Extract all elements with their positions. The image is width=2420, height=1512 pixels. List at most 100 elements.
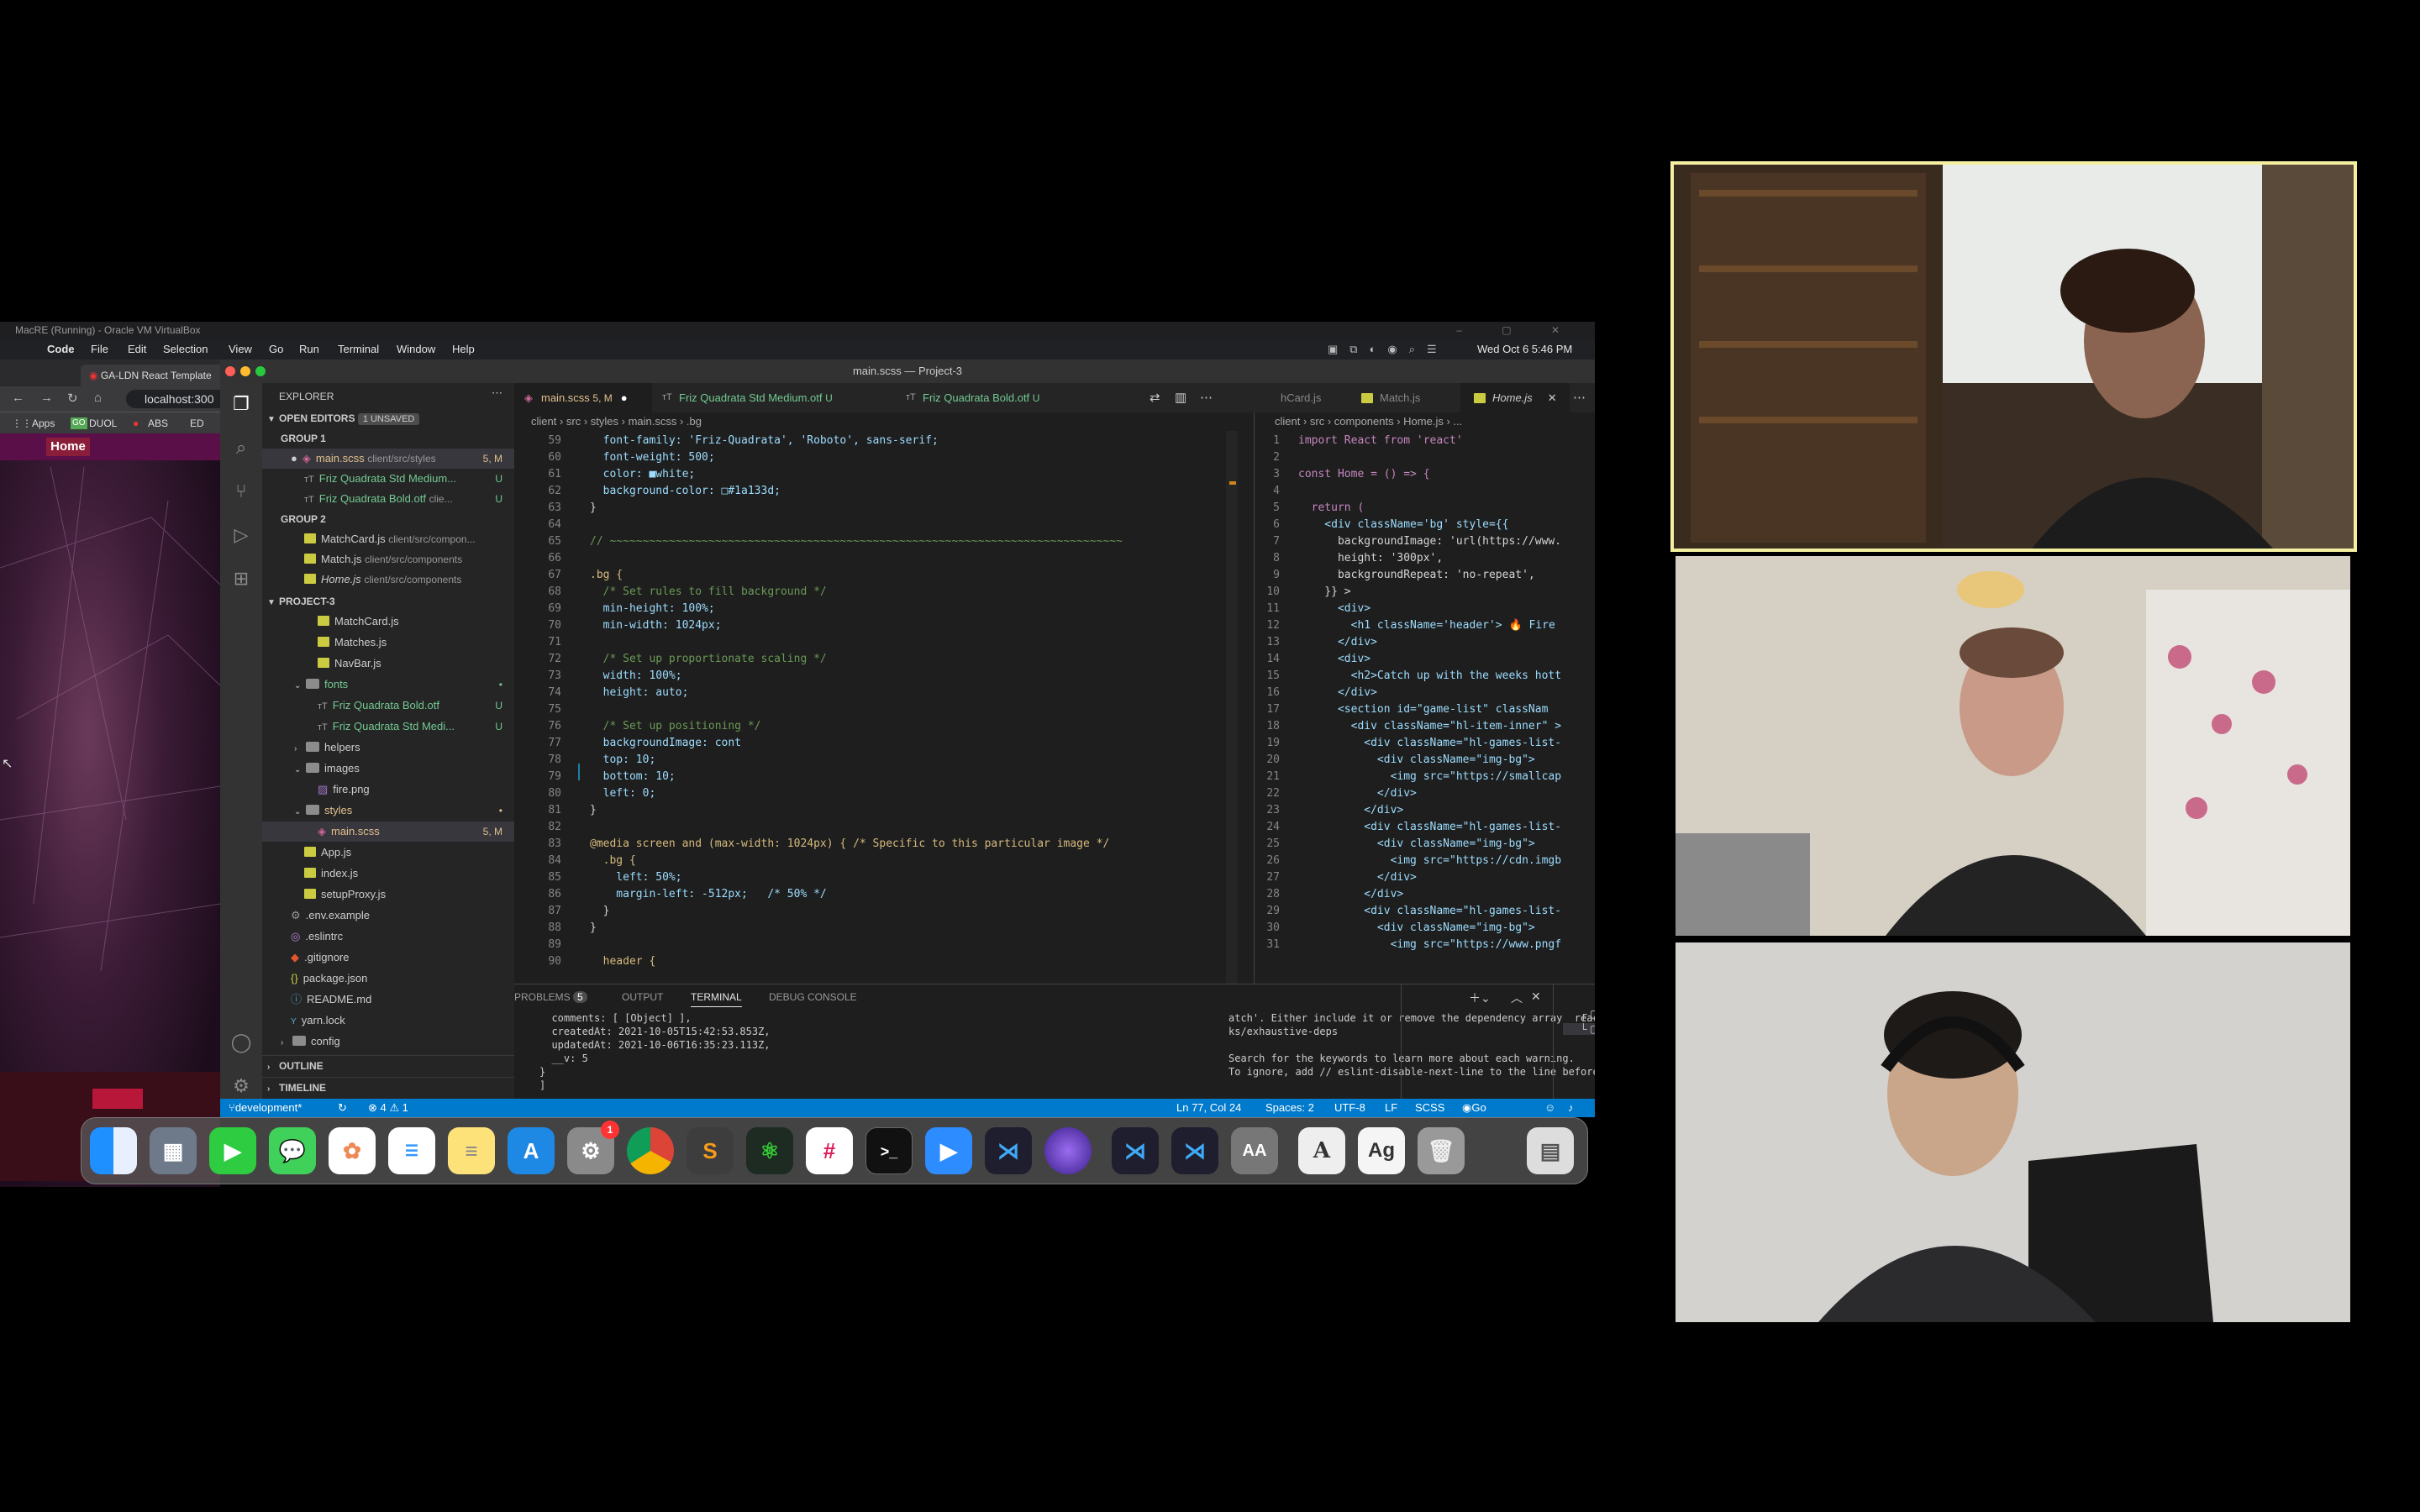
notes-icon[interactable]: ≡	[448, 1127, 495, 1174]
code-line[interactable]: }} >	[1298, 584, 1350, 601]
close-window-dot[interactable]	[225, 366, 235, 376]
editor2-code[interactable]: 1 import React from 'react' 2 3 const Home =…	[1254, 431, 1595, 984]
vscode-icon[interactable]: ⋊	[985, 1127, 1032, 1174]
unsaved-dot-icon[interactable]: ●	[621, 391, 628, 404]
branch-indicator[interactable]: ⑂ development*	[229, 1099, 302, 1117]
code-line[interactable]: // ~~~~~~~~~~~~~~~~~~~~~~~~~~~~~~~~~~~~~…	[590, 533, 1123, 550]
finder-icon[interactable]	[90, 1127, 137, 1174]
messages-icon[interactable]: 💬	[269, 1127, 316, 1174]
reminders-icon[interactable]: ☰	[388, 1127, 435, 1174]
settings-gear-icon[interactable]: ⚙	[230, 1075, 252, 1097]
code-line[interactable]: <div className="img-bg">	[1298, 752, 1535, 769]
menu-selection[interactable]: Selection	[163, 339, 208, 360]
tree-folder[interactable]: › helpers	[262, 738, 514, 758]
bookmark-abs[interactable]: ABS	[148, 412, 168, 434]
tab-home[interactable]: Home.js ✕	[1460, 383, 1570, 412]
code-line[interactable]: header {	[590, 953, 656, 970]
code-line[interactable]: <div>	[1298, 651, 1370, 668]
tab-terminal[interactable]: TERMINAL	[691, 991, 742, 1007]
timeline-section[interactable]: › TIMELINE	[262, 1077, 514, 1097]
open-editor-item[interactable]: Match.js client/src/components	[262, 549, 514, 570]
browser-tab[interactable]: ◉ GA-LDN React Template	[81, 365, 220, 386]
tree-item[interactable]: setupProxy.js	[262, 885, 514, 905]
open-editor-item[interactable]: ᴛT Friz Quadrata Bold.otf clie... U	[262, 489, 514, 509]
code-line[interactable]: </div>	[1298, 785, 1417, 802]
code-line[interactable]: color: ■white;	[590, 466, 696, 483]
tree-item[interactable]: ⓘ README.md	[262, 990, 514, 1010]
code-line[interactable]: background-color: □#1a133d;	[590, 483, 781, 500]
close-tab-icon[interactable]: ✕	[1548, 391, 1557, 404]
tree-item[interactable]: ▨ fire.png	[262, 780, 514, 800]
code-line[interactable]: left: 0;	[590, 785, 656, 802]
file-icon[interactable]: ▤	[1527, 1127, 1574, 1174]
dictionary-icon[interactable]: A	[1298, 1127, 1345, 1174]
tree-item[interactable]: ◆ .gitignore	[262, 948, 514, 968]
problems-indicator[interactable]: ⊗ 4 ⚠ 1	[368, 1099, 408, 1117]
code-line[interactable]: </div>	[1298, 869, 1417, 886]
maximize-panel-icon[interactable]: ︿	[1511, 990, 1523, 1006]
tree-item[interactable]: MatchCard.js	[262, 612, 514, 632]
code-line[interactable]: <div className="hl-games-list-	[1298, 735, 1561, 752]
code-line[interactable]: .bg {	[590, 567, 623, 584]
menu-app-name[interactable]: Code	[47, 339, 75, 360]
tab-matchcard[interactable]: hCard.js	[1254, 383, 1346, 412]
language-mode[interactable]: SCSS	[1415, 1099, 1444, 1117]
editor1-code[interactable]: 59 font-family: 'Friz-Quadrata', 'Roboto…	[514, 431, 1254, 984]
code-line[interactable]: }	[590, 920, 597, 937]
notifications-bell-icon[interactable]: ♪	[1568, 1099, 1574, 1117]
code-line[interactable]: left: 50%;	[590, 869, 681, 886]
tab-output[interactable]: OUTPUT	[622, 991, 663, 1003]
code-line[interactable]: font-weight: 500;	[590, 449, 715, 466]
code-line[interactable]: /* Set rules to fill background */	[590, 584, 827, 601]
code-line[interactable]: <img src="https://cdn.imgb	[1298, 853, 1562, 869]
back-icon[interactable]: ←	[12, 391, 24, 405]
sync-icon[interactable]: ↻	[338, 1099, 347, 1117]
sublime-icon[interactable]: S	[687, 1127, 734, 1174]
menu-edit[interactable]: Edit	[128, 339, 146, 360]
video-tile[interactable]	[1676, 942, 2350, 1322]
code-line[interactable]: <section id="game-list" classNam	[1298, 701, 1548, 718]
tree-item[interactable]: Matches.js	[262, 633, 514, 653]
open-editor-item[interactable]: Home.js client/src/components	[262, 570, 514, 590]
open-editor-item[interactable]: ᴛT Friz Quadrata Std Medium... U	[262, 469, 514, 489]
code-line[interactable]: <div className="hl-games-list-	[1298, 903, 1561, 920]
firefox-icon[interactable]	[1044, 1127, 1092, 1174]
close-panel-icon[interactable]: ✕	[1531, 990, 1541, 1004]
code-line[interactable]: </div>	[1298, 886, 1403, 903]
chrome-icon[interactable]	[627, 1127, 674, 1174]
tab-problems[interactable]: PROBLEMS 5	[514, 991, 587, 1003]
code-line[interactable]: .bg {	[590, 853, 636, 869]
menu-run[interactable]: Run	[299, 339, 319, 360]
code-line[interactable]: <img src="https://www.pngf	[1298, 937, 1562, 953]
terminal-left[interactable]: comments: [ [Object] ], createdAt: 2021-…	[539, 1011, 1044, 1092]
address-bar[interactable]: localhost:300	[126, 390, 220, 408]
end-of-line[interactable]: LF	[1385, 1099, 1397, 1117]
source-control-icon[interactable]: ⑂	[230, 480, 252, 502]
code-line[interactable]: backgroundImage: cont	[590, 735, 741, 752]
tree-item[interactable]: NavBar.js	[262, 654, 514, 674]
code-line[interactable]: height: auto;	[590, 685, 689, 701]
code-line[interactable]: font-family: 'Friz-Quadrata', 'Roboto', …	[590, 433, 939, 449]
code-line[interactable]: import React from 'react'	[1298, 433, 1463, 449]
home-icon[interactable]: ⌂	[94, 391, 102, 405]
file-encoding[interactable]: UTF-8	[1334, 1099, 1365, 1117]
code-line[interactable]: <div className="img-bg">	[1298, 920, 1535, 937]
tree-item[interactable]: ◎ .eslintrc	[262, 927, 514, 947]
terminal-icon[interactable]: >_	[865, 1127, 913, 1174]
run-debug-icon[interactable]: ▷	[230, 524, 252, 546]
font-book-icon[interactable]: AA	[1231, 1127, 1278, 1174]
menu-help[interactable]: Help	[452, 339, 475, 360]
code-line[interactable]: backgroundRepeat: 'no-repeat',	[1298, 567, 1535, 584]
code-line[interactable]: @media screen and (max-width: 1024px) { …	[590, 836, 1109, 853]
tree-item-selected[interactable]: ◈ main.scss 5, M	[262, 822, 514, 842]
group1-label[interactable]: GROUP 1	[262, 428, 514, 449]
code-line[interactable]: </div>	[1298, 685, 1377, 701]
trash-icon[interactable]: 🗑	[1418, 1127, 1465, 1174]
zoom-window-dot[interactable]	[255, 366, 266, 376]
video-tile-active-speaker[interactable]	[1670, 161, 2357, 552]
menu-view[interactable]: View	[229, 339, 252, 360]
more-actions-icon[interactable]: ⋯	[1200, 390, 1213, 405]
more-actions-icon[interactable]: ⋯	[1573, 390, 1586, 405]
search-icon[interactable]: ⌕	[230, 437, 252, 459]
code-line[interactable]: margin-left: -512px; /* 50% */	[590, 886, 826, 903]
